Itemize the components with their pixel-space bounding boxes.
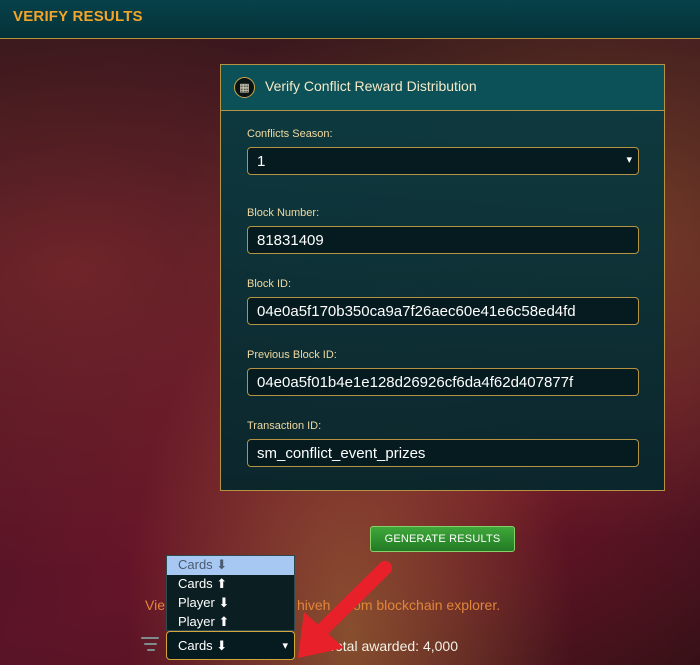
block-id-field[interactable]: 04e0a5f170b350ca9a7f26aec60e41e6c58ed4fd (247, 297, 639, 325)
block-number-value: 81831409 (257, 232, 324, 249)
vault-icon: ▦ (234, 77, 255, 98)
transaction-id-value: sm_conflict_event_prizes (257, 445, 426, 462)
block-number-field[interactable]: 81831409 (247, 226, 639, 254)
season-value: 1 (257, 153, 266, 170)
season-label: Conflicts Season: (247, 128, 333, 140)
sort-dropdown-list: Cards ⬇ Cards ⬆ Player ⬇ Player ⬆ (166, 555, 295, 631)
annotation-arrow-icon (298, 561, 392, 658)
sort-selected-value: Cards ⬇ (178, 638, 228, 653)
prev-block-id-value: 04e0a5f01b4e1e128d26926cf6da4f62d407877f (257, 374, 574, 391)
block-id-label: Block ID: (247, 278, 292, 290)
block-id-value: 04e0a5f170b350ca9a7f26aec60e41e6c58ed4fd (257, 303, 576, 320)
sort-option[interactable]: Player ⬆ (167, 613, 294, 632)
panel-title: Verify Conflict Reward Distribution (265, 78, 477, 94)
sort-option[interactable]: Cards ⬆ (167, 575, 294, 594)
prev-block-id-field[interactable]: 04e0a5f01b4e1e128d26926cf6da4f62d407877f (247, 368, 639, 396)
chevron-down-icon: ▾ (626, 154, 632, 166)
transaction-id-field[interactable]: sm_conflict_event_prizes (247, 439, 639, 467)
transaction-id-label: Transaction ID: (247, 420, 322, 432)
explorer-text-left: Vie (145, 597, 165, 613)
sort-option[interactable]: Player ⬇ (167, 594, 294, 613)
block-number-label: Block Number: (247, 207, 320, 219)
page-title: VERIFY RESULTS (13, 8, 143, 25)
sort-select[interactable]: Cards ⬇ ▾ (166, 631, 295, 660)
chevron-down-icon: ▾ (282, 640, 288, 652)
panel-header: ▦ Verify Conflict Reward Distribution (221, 65, 664, 111)
sort-option[interactable]: Cards ⬇ (167, 556, 294, 575)
sort-icon (141, 637, 159, 653)
prev-block-id-label: Previous Block ID: (247, 349, 337, 361)
page-header: VERIFY RESULTS (0, 0, 700, 39)
verify-panel: ▦ Verify Conflict Reward Distribution Co… (220, 64, 665, 491)
generate-results-button[interactable]: GENERATE RESULTS (370, 526, 515, 552)
season-select[interactable]: 1 ▾ (247, 147, 639, 175)
